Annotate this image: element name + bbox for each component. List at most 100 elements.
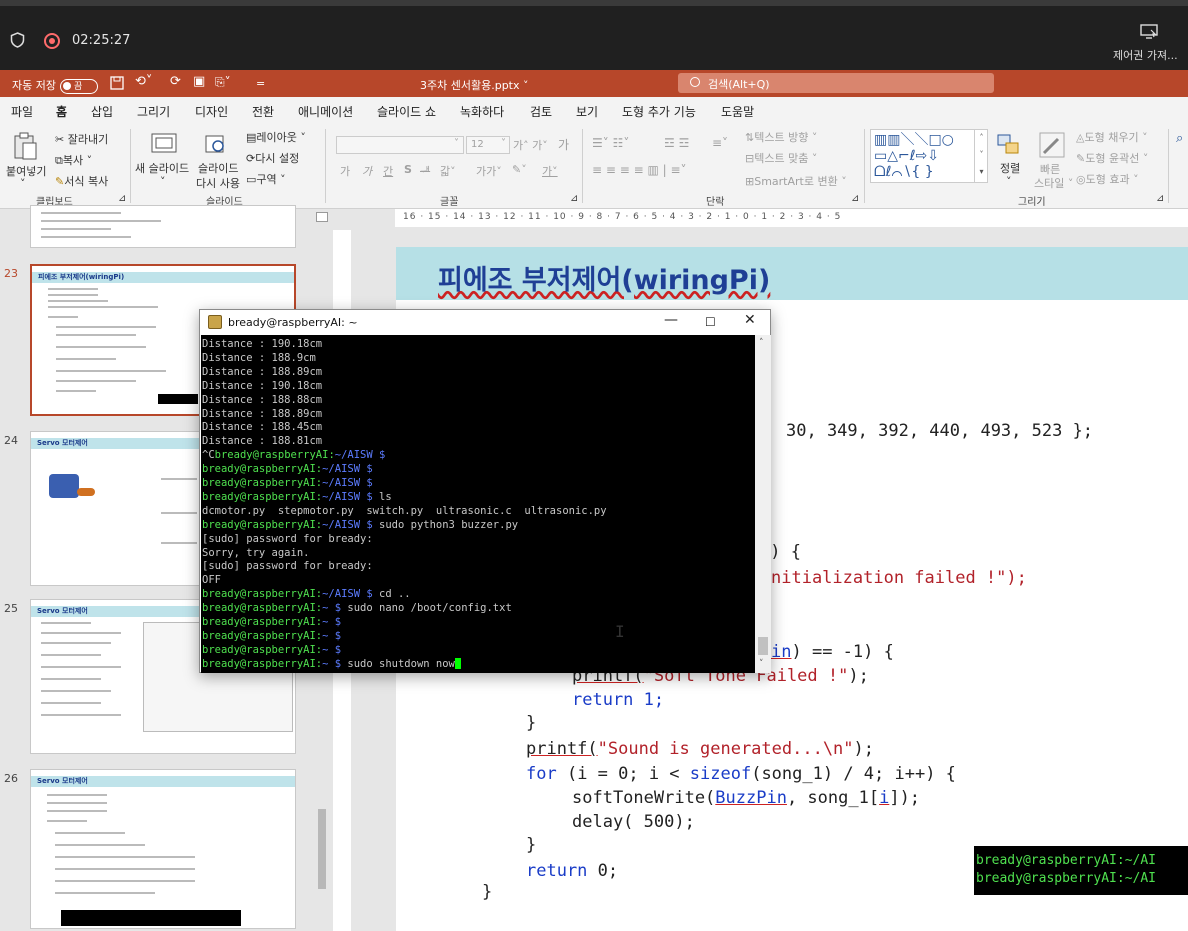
quick-styles-icon[interactable] [1038,131,1066,159]
font-color-icon[interactable]: 가˅ [542,163,558,179]
align-text-label: 텍스트 맞춤 [754,152,809,165]
terminal-window[interactable]: bready@raspberryAI: ~ — ☐ ✕ Distance : 1… [199,309,771,673]
tab-slideshow[interactable]: 슬라이드 쇼 [377,103,436,120]
paste-button[interactable]: 붙여넣기 [6,163,46,179]
maximize-icon[interactable]: ☐ [705,315,716,329]
paste-icon[interactable] [12,131,38,161]
reuse-slides-button[interactable]: 슬라이드 [198,160,238,176]
horizontal-ruler: 16 · 15 · 14 · 13 · 12 · 11 · 10 · 9 · 8… [395,209,1188,227]
char-spacing-icon[interactable]: 갋˅ [440,163,456,179]
terminal-screen[interactable]: Distance : 190.18cm Distance : 188.9cm Dis… [201,335,755,673]
arrange-icon[interactable] [996,133,1022,157]
tab-shape-addins[interactable]: 도형 추가 기능 [622,103,696,120]
redo-icon[interactable]: ⟳ [170,74,181,89]
drawing-launcher-icon[interactable]: ⊿ [1156,193,1164,204]
touch-mode-icon[interactable]: ⎘˅ [215,75,231,90]
quick-styles-label-2: 스타일 ˅ [1034,177,1074,190]
shape-fill-button[interactable]: ◬도형 채우기 ˅ [1076,129,1148,145]
section-button[interactable]: ▭구역 ˅ [246,171,286,187]
tab-design[interactable]: 디자인 [195,103,228,120]
shapes-scroll[interactable]: ˄ ˅ ▾ [974,129,988,183]
file-name[interactable]: 3주차 센서활용.pptx ˅ [420,77,529,93]
scroll-up-icon[interactable] [316,212,328,222]
tab-transitions[interactable]: 전환 [252,103,274,120]
tab-insert[interactable]: 삽입 [91,103,113,120]
reset-button[interactable]: ⟳다시 설정 [246,150,299,166]
smartart-button[interactable]: ⊞SmartArt로 변환 ˅ [745,173,847,189]
align-text-button[interactable]: ⊟텍스트 맞춤 ˅ [745,150,817,166]
line-spacing-icon[interactable]: ≡˅ [712,136,728,150]
arrange-dropdown-icon[interactable]: ˅ [1006,175,1012,188]
text-direction-button[interactable]: ⇅텍스트 방향 ˅ [745,129,817,145]
bold-icon[interactable]: 가 [340,163,350,179]
autosave[interactable]: 자동 저장 끔 [12,77,110,94]
code-token: ); [848,666,869,686]
minimize-icon[interactable]: — [664,312,678,328]
scroll-down-icon[interactable]: ˅ [759,659,764,669]
scroll-up-icon[interactable]: ˄ [759,338,764,348]
reuse-slides-icon[interactable] [205,133,227,155]
effects-icon: ◎ [1076,173,1086,186]
tab-home[interactable]: 홈 [56,103,68,125]
section-label: 구역 [256,173,277,186]
code-token: "Sound is generated...\n" [597,739,854,759]
tab-animations[interactable]: 애니메이션 [298,103,353,120]
close-icon[interactable]: ✕ [744,312,756,328]
underline-icon[interactable]: 간 [383,163,393,179]
code-line: 30, 349, 392, 440, 493, 523 }; [786,421,1094,441]
tab-record[interactable]: 녹화하다 [460,103,504,120]
find-icon[interactable]: ⌕ [1176,131,1183,146]
customize-qat-icon[interactable]: = [256,77,265,90]
search-box[interactable]: 검색(Alt+Q) [678,73,994,93]
shape-effects-button[interactable]: ◎도형 효과 ˅ [1076,171,1139,187]
slide-title[interactable]: 피에조 부저제어(wiringPi) [438,258,770,297]
smartart-icon: ⊞ [745,175,755,188]
font-name-input[interactable]: ˅ [336,136,464,154]
shape-outline-button[interactable]: ✎도형 윤곽선 ˅ [1076,150,1148,166]
take-control-label[interactable]: 제어권 가져... [1113,47,1178,63]
paste-dropdown-icon[interactable]: ˅ [20,177,26,190]
undo-icon[interactable]: ⟲˅ [135,74,152,89]
strikethrough-icon[interactable]: ᆊ [420,163,430,179]
remote-control-icon[interactable] [1140,24,1158,40]
arrange-button[interactable]: 정렬 [1000,160,1020,176]
shadow-icon[interactable]: S [404,163,412,176]
terminal-titlebar[interactable]: bready@raspberryAI: ~ — ☐ ✕ [200,310,770,335]
clipboard-launcher-icon[interactable]: ⊿ [118,193,126,204]
font-size-input[interactable]: 12 ˅ [466,136,510,154]
tab-file[interactable]: 파일 [11,103,33,120]
bullets-icon[interactable]: ☰˅ ☷˅ [592,136,629,150]
save-icon[interactable] [110,76,124,90]
clear-format-icon[interactable]: 가 [558,136,569,153]
scrollbar-thumb[interactable] [758,637,768,655]
cut-icon: ✂ [55,133,65,146]
font-launcher-icon[interactable]: ⊿ [570,193,578,204]
format-painter-button[interactable]: ✎서식 복사 [55,173,108,189]
new-slide-icon[interactable] [150,131,178,155]
cut-button[interactable]: ✂ 잘라내기 [55,131,108,147]
tab-review[interactable]: 검토 [530,103,552,120]
copy-button[interactable]: ⧉복사 ˅ [55,152,92,168]
change-case-icon[interactable]: 가가˅ [476,163,502,179]
align-icons[interactable]: ≡ ≡ ≡ ≡ ▥ | ≡˅ [592,163,687,177]
slideshow-icon[interactable]: ▣ [193,74,205,89]
new-slide-button[interactable]: 새 슬라이드 [135,160,189,176]
reuse-slides-label-2: 다시 사용 [196,177,240,190]
scrollbar-thumb[interactable] [318,809,326,889]
grow-font-icon[interactable]: 가˄ 가˅ [513,137,548,153]
highlight-icon[interactable]: ✎˅ [512,163,527,176]
slide-thumbnail-26[interactable]: Servo 모터제어 [30,769,296,929]
new-slide-dropdown-icon[interactable]: ˅ [160,175,166,188]
tab-draw[interactable]: 그리기 [137,103,170,120]
terminal-scrollbar[interactable]: ˄ ˅ [755,335,771,673]
record-icon[interactable] [44,33,60,49]
slide-thumbnail-22[interactable] [30,205,296,248]
paragraph-launcher-icon[interactable]: ⊿ [851,193,859,204]
shapes-gallery[interactable]: ▥▥＼＼□○ ▭△⌐ℓ⇨⇩ ᗝℓ⌒∖{ } [870,129,988,183]
tab-view[interactable]: 보기 [576,103,598,120]
tab-help[interactable]: 도움말 [721,103,754,120]
italic-icon[interactable]: 가 [362,163,372,179]
indent-icons[interactable]: ☲ ☲ [664,136,689,150]
autosave-label: 자동 저장 [12,79,56,92]
layout-button[interactable]: ▤레이아웃 ˅ [246,129,306,145]
